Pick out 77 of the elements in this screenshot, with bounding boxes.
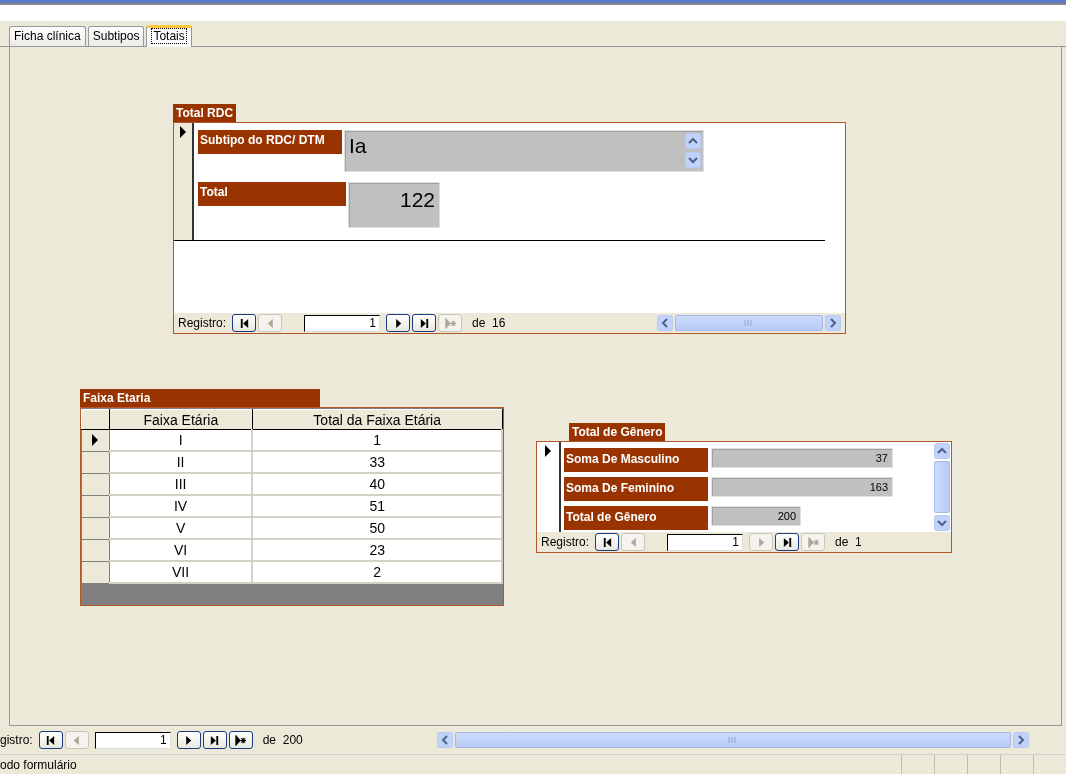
column-header[interactable]: Faixa Etária xyxy=(109,409,253,430)
record-label: Registro: xyxy=(178,316,227,330)
record-number-field[interactable]: 1 xyxy=(94,731,171,749)
record-label: Registro: xyxy=(541,535,590,549)
table-cell: 50 xyxy=(252,517,502,539)
scroll-down-icon[interactable] xyxy=(934,515,950,531)
tab[interactable]: Subtipos xyxy=(87,26,145,46)
table-cell: 40 xyxy=(252,473,502,495)
column-header[interactable]: Total da Faixa Etária xyxy=(252,409,502,430)
last-record-button[interactable] xyxy=(775,533,800,551)
table-cell: 33 xyxy=(252,451,502,473)
scroll-up-icon[interactable] xyxy=(685,133,701,149)
scroll-right-icon[interactable] xyxy=(1012,732,1029,748)
last-record-button[interactable] xyxy=(412,314,437,332)
record-number-field[interactable]: 1 xyxy=(667,533,744,551)
record-number-field[interactable]: 1 xyxy=(304,314,381,332)
value-field[interactable]: 163 xyxy=(711,477,893,497)
field-label: Soma De Masculino xyxy=(564,448,708,472)
table-cell: 51 xyxy=(252,495,502,517)
new-record-icon xyxy=(444,317,456,329)
scroll-up-icon[interactable] xyxy=(934,443,950,459)
new-record-icon xyxy=(807,536,819,548)
first-record-icon xyxy=(238,317,250,329)
value-field[interactable]: 200 xyxy=(711,506,801,526)
scroll-left-icon[interactable] xyxy=(657,315,674,331)
total-field[interactable]: 122 xyxy=(348,182,440,228)
last-record-icon xyxy=(418,317,430,329)
first-record-button[interactable] xyxy=(595,533,620,551)
scroll-thumb[interactable] xyxy=(454,732,1011,748)
first-record-button[interactable] xyxy=(232,314,257,332)
field-label: Subtipo do RDC/ DTM xyxy=(198,130,342,154)
scroll-thumb[interactable] xyxy=(675,315,823,331)
record-pointer-icon xyxy=(179,126,187,138)
first-record-icon xyxy=(45,734,57,746)
row-selector[interactable] xyxy=(81,429,110,451)
last-record-button[interactable] xyxy=(202,731,227,749)
scroll-right-icon[interactable] xyxy=(825,315,841,331)
first-record-icon xyxy=(601,536,613,548)
field-label: Total xyxy=(198,182,346,206)
subform-title: Faixa Etaria xyxy=(80,389,320,407)
table-cell: I xyxy=(109,429,253,451)
table-cell: 2 xyxy=(252,561,502,583)
first-record-button[interactable] xyxy=(38,731,63,749)
table-cell: VII xyxy=(109,561,253,583)
tab[interactable]: Totais xyxy=(146,25,192,47)
scroll-down-icon[interactable] xyxy=(685,152,701,168)
record-pointer-icon xyxy=(91,434,100,447)
table-cell: IV xyxy=(109,495,253,517)
subform-title: Total de Gênero xyxy=(569,423,666,441)
status-text: odo formulário xyxy=(0,757,77,772)
record-label: gistro: xyxy=(0,733,33,747)
record-count: de 1 xyxy=(835,535,862,549)
scroll-left-icon[interactable] xyxy=(436,732,453,748)
subform-title: Total RDC xyxy=(173,104,237,122)
table-cell: VI xyxy=(109,539,253,561)
last-record-icon xyxy=(781,536,793,548)
record-pointer-icon xyxy=(544,445,552,457)
grip-icon xyxy=(727,736,738,744)
table-cell: III xyxy=(109,473,253,495)
next-record-button[interactable] xyxy=(386,314,411,332)
field-label: Soma De Feminino xyxy=(564,477,708,501)
table-cell: II xyxy=(109,451,253,473)
grip-icon xyxy=(744,319,755,327)
record-count: de 200 xyxy=(262,733,303,747)
table-cell: V xyxy=(109,517,253,539)
field-label: Total de Gênero xyxy=(564,506,708,530)
new-record-icon xyxy=(235,734,247,746)
scroll-thumb[interactable] xyxy=(934,461,950,513)
record-count: de 16 xyxy=(472,316,506,330)
table-cell: 1 xyxy=(252,429,502,451)
last-record-icon xyxy=(209,734,221,746)
next-record-button[interactable] xyxy=(176,731,201,749)
table-cell: 23 xyxy=(252,539,502,561)
subtype-list[interactable]: Ia xyxy=(344,130,704,172)
tab[interactable]: Ficha clínica xyxy=(9,26,86,46)
new-record-button[interactable] xyxy=(228,731,253,749)
value-field[interactable]: 37 xyxy=(711,448,893,468)
